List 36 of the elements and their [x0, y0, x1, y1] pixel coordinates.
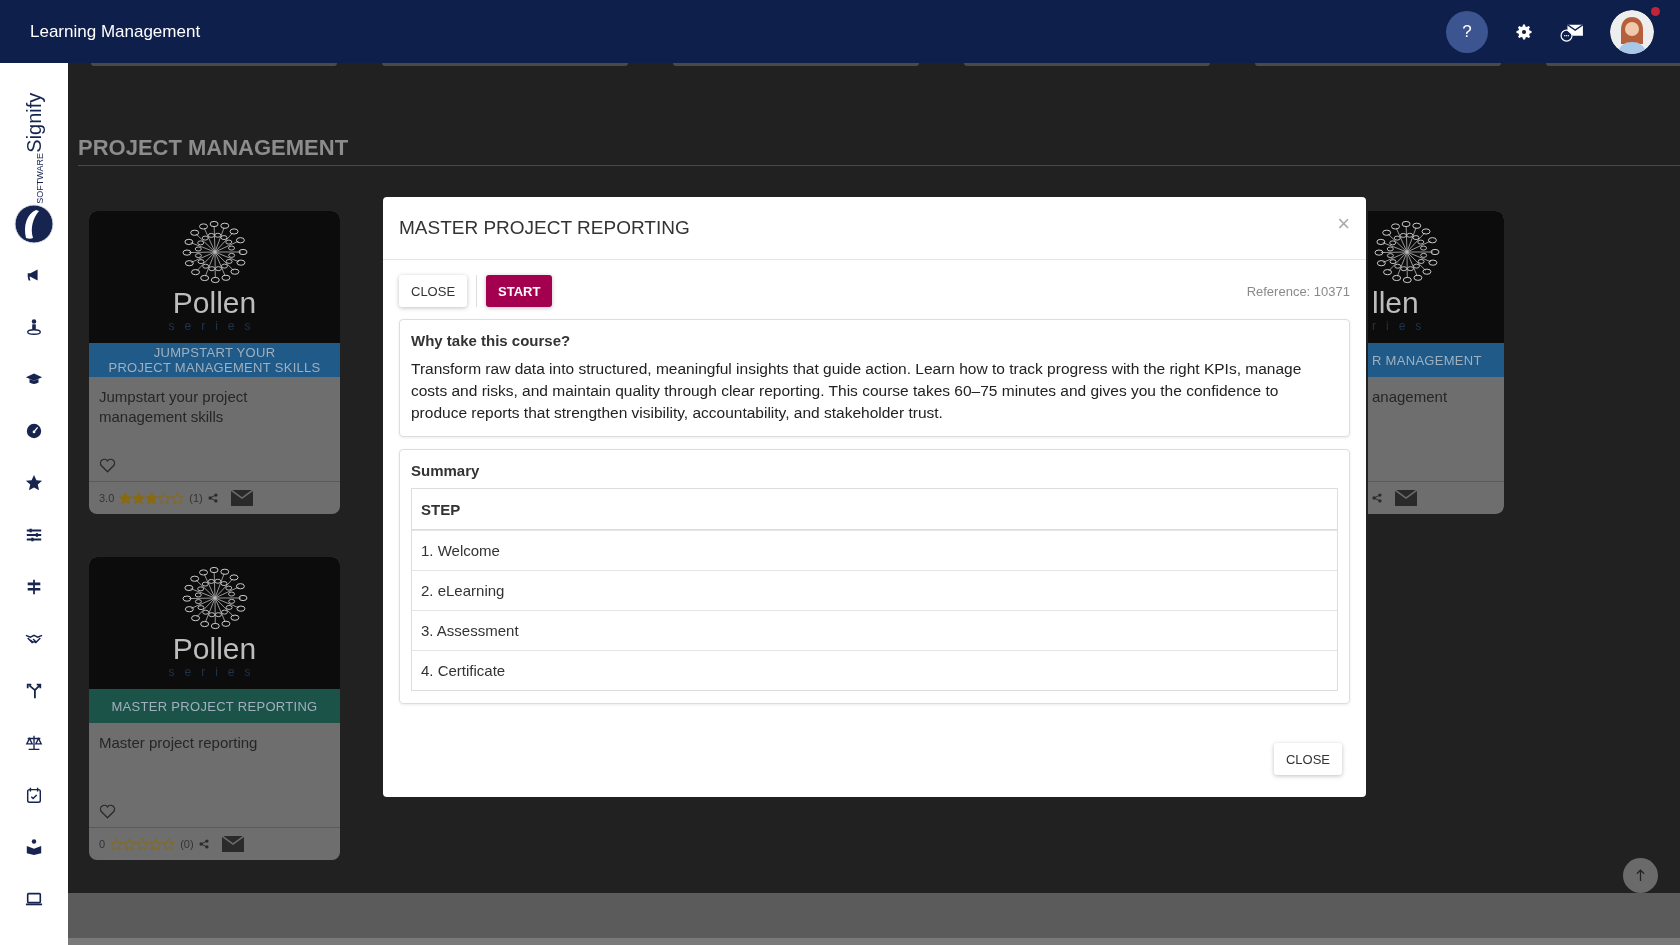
- course-description: Transform raw data into structured, meaningful insights that guide action. Learn how to track progress with the right KPIs, manage costs and risks, and maintain quality through clear reporting. This course takes 60–75 minutes and gives you the confidence to produce reports that strengthen visibility, accountability, and stakeholder trust.: [411, 359, 1303, 423]
- banner-text: MASTER PROJECT REPORTING: [111, 698, 318, 714]
- section-title: PROJECT MANAGEMENT: [78, 135, 350, 161]
- logo-name: Signify: [23, 93, 45, 154]
- banner-text: R MANAGEMENT: [1372, 352, 1482, 368]
- logo-tagline: ries: [1372, 319, 1432, 333]
- start-button[interactable]: START: [486, 275, 553, 307]
- logo-wordmark: Pollen: [172, 287, 257, 319]
- logo-tagline: series: [168, 665, 261, 679]
- rating-value: 3.0: [99, 492, 115, 504]
- table-cell: 4. Certificate: [412, 650, 1337, 690]
- reference-number: Reference: 10371: [1246, 283, 1350, 299]
- dialog-title: MASTER PROJECT REPORTING: [399, 217, 690, 239]
- logo-subtitle: SOFTWARE: [35, 153, 45, 204]
- close-button[interactable]: CLOSE: [1273, 743, 1342, 775]
- banner-text: JUMPSTART YOUR: [153, 345, 276, 360]
- table-cell: 2. eLearning: [412, 570, 1337, 610]
- help-button[interactable]: ?: [1446, 10, 1488, 53]
- table-cell: 3. Assessment: [412, 610, 1337, 650]
- table-cell: 1. Welcome: [412, 530, 1337, 570]
- course-title: Jumpstart your project management skills: [99, 387, 249, 427]
- logo-wordmark: Pollen: [172, 633, 257, 665]
- banner-text: PROJECT MANAGEMENT SKILLS: [108, 360, 321, 375]
- logo-wordmark: llen: [1372, 287, 1419, 319]
- column-header: STEP: [412, 489, 1337, 530]
- panel-heading: Why take this course?: [411, 332, 572, 349]
- course-title: Master project reporting: [99, 733, 259, 753]
- course-card[interactable]: llen ries R MANAGEMENT anagement: [1368, 211, 1504, 514]
- close-button[interactable]: CLOSE: [399, 275, 468, 307]
- rating-count: (1): [189, 492, 203, 504]
- app-title: Learning Management: [30, 21, 201, 42]
- course-card[interactable]: Pollen series JUMPSTART YOUR PROJECT MANAGEMENT SKILLS Jumpstart your project management skills 3.0 (1): [89, 211, 340, 514]
- logo-tagline: series: [168, 319, 261, 333]
- rating-count: (0): [180, 838, 194, 850]
- panel-heading: Summary: [411, 462, 481, 479]
- course-title: anagement: [1372, 387, 1449, 407]
